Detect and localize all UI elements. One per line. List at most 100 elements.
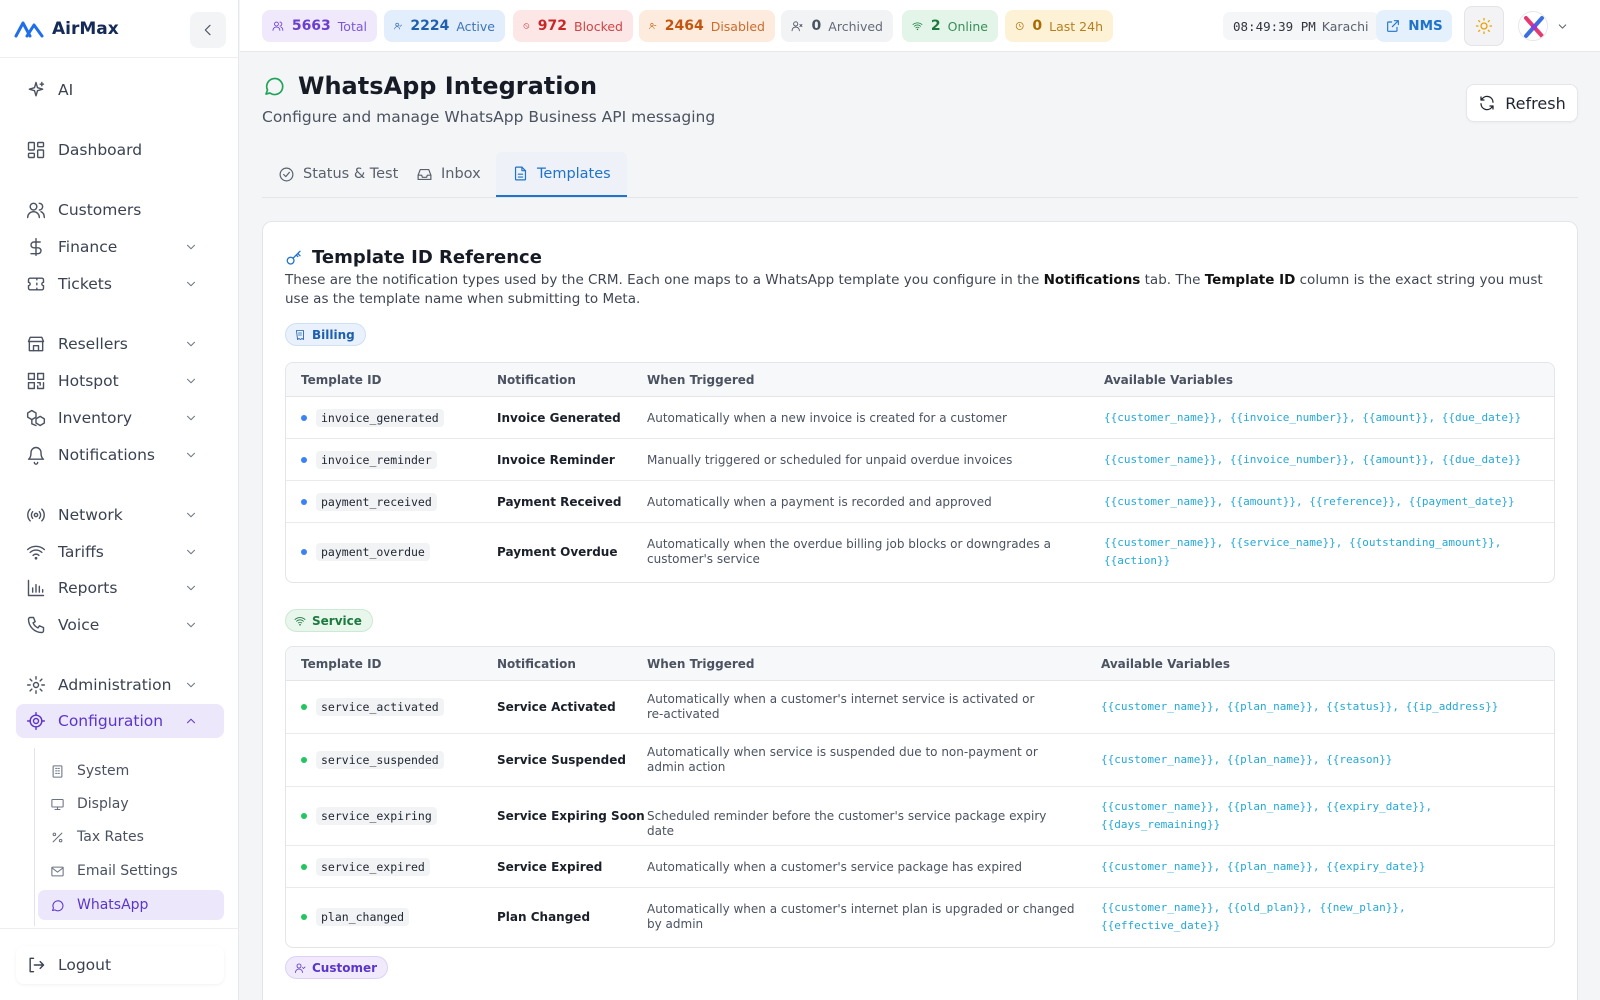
collapse-sidebar-button[interactable] [190,12,226,48]
sidebar-item-resellers[interactable]: Resellers [16,327,224,361]
receipt-icon [296,329,304,340]
stat-label: Blocked [574,18,623,34]
available-variables: {{customer_name}}, {{invoice_number}}, {… [1104,453,1522,466]
percent-icon [52,832,63,842]
dollar-icon [30,237,42,257]
clock: 08:49:39 PM Karachi [1223,12,1379,40]
chevron-down-icon [187,585,195,591]
group-badge-label: Billing [312,327,355,342]
tab-inbox[interactable]: Inbox [400,152,497,196]
status-dot [301,813,307,819]
clock-time: 08:49:39 PM [1233,18,1316,34]
table-row: service_expiring Service Expiring Soon S… [286,787,1554,846]
available-variables: {{customer_name}}, {{plan_name}}, {{reas… [1101,753,1393,766]
notification-name: Service Activated [497,700,616,714]
when-triggered: Automatically when service is suspended … [647,745,1038,774]
stat-blocked[interactable]: 972 Blocked [513,10,633,42]
sidebar-item-finance[interactable]: Finance [16,230,224,264]
bar-chart-icon [27,579,45,597]
sidebar-item-tariffs[interactable]: Tariffs [16,535,224,569]
check-circle-icon [279,167,294,181]
file-text-icon [514,166,527,181]
stat-archived[interactable]: 0 Archived [781,10,893,42]
tab-status-test[interactable]: Status & Test [262,152,414,196]
wifi-icon [294,616,306,626]
tab-templates[interactable]: Templates [496,152,627,197]
group-badge-label: Customer [312,960,378,975]
sidebar-subitem-display[interactable]: Display [38,789,224,819]
stat-last-24h[interactable]: 0 Last 24h [1005,10,1113,42]
sidebar-item-tickets[interactable]: Tickets [16,267,224,301]
stat-value: 2224 [410,18,450,34]
sidebar-item-administration[interactable]: Administration [16,668,224,702]
when-triggered: Automatically when the overdue billing j… [647,537,1051,566]
col-available-variables: Available Variables [1101,657,1230,671]
cog-icon [26,711,46,731]
refresh-button[interactable]: Refresh [1466,84,1578,122]
nms-label: NMS [1408,18,1443,34]
stat-value: 972 [537,18,567,34]
sidebar-item-inventory[interactable]: Inventory [16,401,224,435]
sidebar-subitem-system[interactable]: System [38,756,224,786]
col-notification: Notification [497,373,576,387]
nms-button[interactable]: NMS [1376,10,1452,42]
user-check-icon [394,22,402,30]
key-icon [286,250,301,265]
avatar[interactable] [1518,11,1548,41]
chevron-down-icon [187,415,195,421]
stat-label: Disabled [710,18,765,34]
available-variables: {{customer_name}}, {{amount}}, {{referen… [1104,495,1515,508]
sidebar-item-hotspot[interactable]: Hotspot [16,364,224,398]
stat-active[interactable]: 2224 Active [384,10,505,42]
stat-total[interactable]: 5663 Total [262,10,377,42]
status-dot [301,457,307,463]
qr-code-icon [27,372,45,390]
logout-button[interactable]: Logout [16,946,224,984]
sidebar-item-network[interactable]: Network [16,498,224,532]
theme-toggle-button[interactable] [1464,6,1504,46]
dashboard-icon [27,141,45,159]
chevron-down-icon [187,378,195,384]
template-id: payment_overdue [316,543,430,561]
notification-name: Service Suspended [497,753,626,767]
sidebar-item-customers[interactable]: Customers [16,193,224,227]
sidebar-item-dashboard[interactable]: Dashboard [16,133,224,167]
user-x-icon [791,21,803,32]
template-id: plan_changed [316,908,410,926]
topbar: 5663 Total 2224 Active 972 Blocked 2464 … [240,0,1600,52]
wifi-icon [26,545,46,560]
sidebar-item-label: Dashboard [58,141,143,159]
stat-online[interactable]: 2 Online [902,10,998,42]
available-variables: {{customer_name}}, {{plan_name}}, {{expi… [1101,860,1426,873]
sidebar-item-label: Network [58,506,123,524]
col-template-id: Template ID [301,373,382,387]
sidebar-item-notifications[interactable]: Notifications [16,438,224,472]
sidebar-item-label: Configuration [58,712,164,730]
col-when-triggered: When Triggered [647,373,755,387]
sidebar-subitem-whatsapp[interactable]: WhatsApp [38,890,224,920]
sidebar-item-ai[interactable]: AI [16,73,224,107]
available-variables: {{customer_name}}, {{invoice_number}}, {… [1104,411,1522,424]
sidebar-item-configuration[interactable]: Configuration [16,704,224,738]
stat-label: Online [947,18,988,34]
table-row: invoice_reminder Invoice Reminder Manual… [286,439,1554,481]
chevron-down-icon[interactable] [1556,20,1569,33]
sidebar-item-voice[interactable]: Voice [16,608,224,642]
sidebar-subitem-email-settings[interactable]: Email Settings [38,856,224,886]
stat-label: Last 24h [1049,18,1103,34]
chevron-down-icon [187,682,195,688]
sidebar-subitem-tax-rates[interactable]: Tax Rates [38,822,224,852]
sidebar-item-reports[interactable]: Reports [16,571,224,605]
external-link-icon [1387,20,1400,32]
user-minus-icon [649,23,657,30]
refresh-icon [1480,95,1494,111]
stat-value: 5663 [291,18,331,34]
when-triggered: Scheduled reminder before the customer's… [647,809,1047,838]
stat-disabled[interactable]: 2464 Disabled [639,10,775,42]
chevron-down-icon [187,549,195,555]
desc-text: These are the notification types used by… [285,272,1044,288]
table-header: Template ID Notification When Triggered … [286,647,1554,681]
tab-label: Templates [537,165,611,182]
col-template-id: Template ID [301,657,382,671]
when-triggered: Automatically when a customer's service … [647,860,1022,874]
